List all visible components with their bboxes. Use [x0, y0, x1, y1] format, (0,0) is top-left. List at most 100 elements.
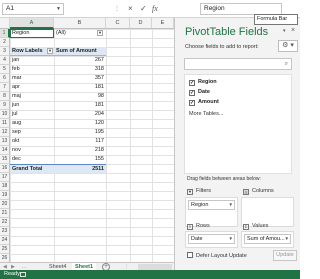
field-item-region[interactable]: ✓ Region: [189, 78, 217, 87]
pivot-row-label[interactable]: feb: [10, 65, 54, 74]
pivot-row-value[interactable]: 267: [54, 56, 106, 65]
checkbox-region[interactable]: ✓: [189, 80, 195, 86]
chevron-down-icon[interactable]: ▼: [229, 201, 233, 209]
filter-dropdown-icon[interactable]: ▼: [97, 30, 103, 36]
row-header[interactable]: 20: [0, 200, 10, 209]
pivot-row-label[interactable]: jun: [10, 101, 54, 110]
update-button[interactable]: Update: [273, 250, 297, 261]
chevron-down-icon[interactable]: ▼: [229, 235, 233, 243]
column-header-c[interactable]: C: [106, 18, 130, 29]
row-header[interactable]: 15: [0, 155, 10, 164]
row-labels-dropdown-icon[interactable]: ▼: [47, 48, 53, 54]
pivot-row-label[interactable]: maj: [10, 92, 54, 101]
grid-line: [152, 29, 153, 262]
row-header[interactable]: 8: [0, 92, 10, 101]
grand-total-value[interactable]: 2511: [54, 164, 106, 173]
value-field-pill[interactable]: Sum of Amou... ▼: [244, 234, 291, 244]
pivot-row-label[interactable]: nov: [10, 146, 54, 155]
pivot-row-value[interactable]: 195: [54, 128, 106, 137]
pivot-row-value[interactable]: 218: [54, 146, 106, 155]
row-header[interactable]: 10: [0, 110, 10, 119]
row-header[interactable]: 9: [0, 101, 10, 110]
row-header[interactable]: 21: [0, 209, 10, 218]
cancel-icon[interactable]: ×: [128, 3, 133, 15]
values-drop-area[interactable]: Sum of Amou... ▼: [241, 231, 294, 248]
column-header-b[interactable]: B: [54, 18, 106, 29]
checkbox-date[interactable]: ✓: [189, 90, 195, 96]
field-item-date[interactable]: ✓ Date: [189, 88, 210, 97]
row-header[interactable]: 13: [0, 137, 10, 146]
pane-options-chevron-icon[interactable]: ▾: [283, 28, 286, 34]
pivot-row-value[interactable]: 155: [54, 155, 106, 164]
macro-record-icon[interactable]: [20, 272, 26, 277]
pivot-row-value[interactable]: 204: [54, 110, 106, 119]
pivot-row-value[interactable]: 181: [54, 101, 106, 110]
row-header[interactable]: 12: [0, 128, 10, 137]
row-header[interactable]: 7: [0, 83, 10, 92]
row-header[interactable]: 11: [0, 119, 10, 128]
columns-label: Columns: [252, 188, 274, 194]
row-header[interactable]: 17: [0, 173, 10, 182]
sigma-icon: Σ: [243, 224, 249, 230]
rows-drop-area[interactable]: Date ▼: [185, 231, 238, 248]
gear-icon[interactable]: ⚙ ▾: [278, 40, 298, 52]
pivot-row-label[interactable]: mar: [10, 74, 54, 83]
defer-checkbox[interactable]: [187, 252, 193, 258]
pivot-row-value[interactable]: 181: [54, 83, 106, 92]
row-header[interactable]: 14: [0, 146, 10, 155]
columns-icon: |||: [243, 189, 249, 195]
pivot-row-label[interactable]: apr: [10, 83, 54, 92]
row-field-pill[interactable]: Date ▼: [188, 234, 235, 244]
pivot-row-value[interactable]: 98: [54, 92, 106, 101]
row-header[interactable]: 3: [0, 47, 10, 56]
row-header[interactable]: 25: [0, 245, 10, 254]
field-label: Region: [198, 79, 217, 85]
filter-label-cell[interactable]: Region: [10, 29, 54, 38]
name-box-value: A1: [6, 5, 14, 12]
pivot-row-value[interactable]: 357: [54, 74, 106, 83]
insert-function-icon[interactable]: fx: [152, 3, 158, 15]
row-header[interactable]: 16: [0, 164, 10, 173]
row-header[interactable]: 18: [0, 182, 10, 191]
filter-field-pill[interactable]: Region ▼: [188, 200, 235, 210]
chevron-down-icon[interactable]: ▼: [56, 4, 61, 14]
enter-icon[interactable]: ✓: [140, 3, 147, 15]
name-box[interactable]: A1 ▼: [2, 3, 64, 15]
row-header[interactable]: 1: [0, 29, 10, 38]
row-header[interactable]: 24: [0, 236, 10, 245]
sum-of-amount-header[interactable]: Sum of Amount: [54, 47, 106, 56]
column-header-a[interactable]: A: [10, 18, 54, 29]
defer-layout-update[interactable]: Defer Layout Update: [187, 252, 247, 260]
pane-title: PivotTable Fields: [185, 26, 269, 38]
columns-area-header: ||| Columns: [243, 187, 274, 195]
select-all-corner[interactable]: [0, 18, 10, 29]
formula-bar-area: A1 ▼ ⋮ × ✓ fx Region Formula Bar: [0, 0, 300, 25]
field-item-amount[interactable]: ✓ Amount: [189, 98, 219, 107]
field-search-input[interactable]: ⌕: [184, 58, 292, 70]
pivot-row-label[interactable]: sep: [10, 128, 54, 137]
pivot-row-label[interactable]: aug: [10, 119, 54, 128]
more-tables-link[interactable]: More Tables...: [189, 111, 223, 117]
pivot-row-label[interactable]: okt: [10, 137, 54, 146]
row-header[interactable]: 4: [0, 56, 10, 65]
row-header[interactable]: 19: [0, 191, 10, 200]
pivot-row-label[interactable]: dec: [10, 155, 54, 164]
row-header[interactable]: 6: [0, 74, 10, 83]
checkbox-amount[interactable]: ✓: [189, 100, 195, 106]
row-header[interactable]: 22: [0, 218, 10, 227]
chevron-down-icon[interactable]: ▼: [285, 235, 289, 243]
row-header[interactable]: 5: [0, 65, 10, 74]
row-header[interactable]: 23: [0, 227, 10, 236]
column-header-d[interactable]: D: [130, 18, 152, 29]
pivot-row-label[interactable]: jan: [10, 56, 54, 65]
pivot-row-value[interactable]: 120: [54, 119, 106, 128]
close-icon[interactable]: ×: [291, 27, 295, 34]
grand-total-label[interactable]: Grand Total: [10, 164, 54, 173]
pivottable-fields-pane: PivotTable Fields ▾ × Choose fields to a…: [174, 18, 300, 270]
pivot-row-value[interactable]: 318: [54, 65, 106, 74]
pivot-row-label[interactable]: jul: [10, 110, 54, 119]
column-header-e[interactable]: E: [152, 18, 174, 29]
choose-fields-label: Choose fields to add to report:: [185, 44, 259, 50]
pivot-row-value[interactable]: 117: [54, 137, 106, 146]
row-header[interactable]: 2: [0, 38, 10, 47]
